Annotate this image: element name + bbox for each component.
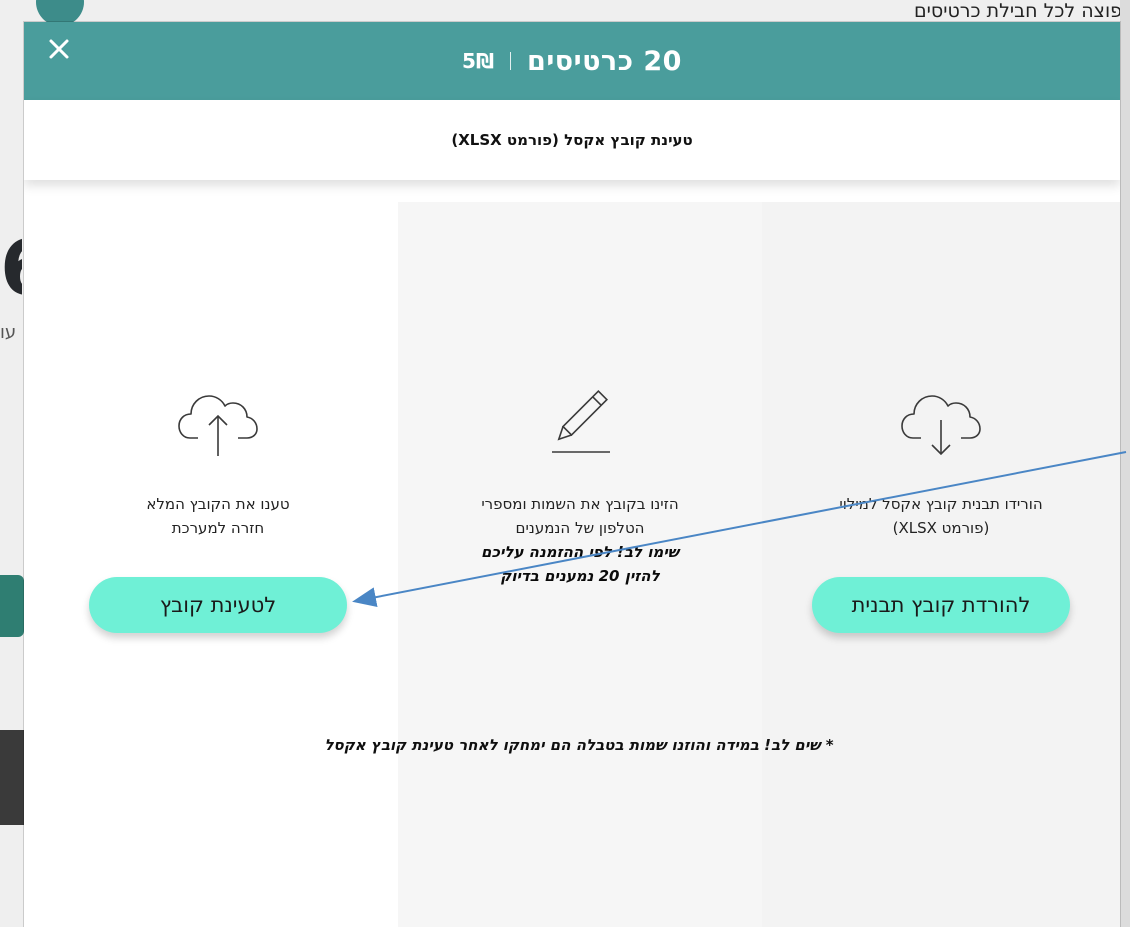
steps-columns: טענו את הקובץ המלא חזרה למערכת לטעינת קו… [38, 202, 1120, 927]
background-big-digit: 6 [0, 228, 22, 308]
step-fill-line1: הזינו בקובץ את השמות ומספרי [481, 495, 679, 513]
header-separator [510, 52, 512, 70]
step-fill-warning2: להזין 20 נמענים בדיוק [500, 567, 660, 585]
pencil-icon [535, 380, 625, 460]
cloud-upload-icon [173, 380, 263, 460]
step-upload-text: טענו את הקובץ המלא חזרה למערכת [38, 492, 398, 540]
step-upload-line2: חזרה למערכת [171, 519, 265, 537]
step-download-line1: הורידו תבנית קובץ אקסל למילוי [839, 495, 1043, 513]
download-template-button[interactable]: להורדת קובץ תבנית [812, 577, 1070, 633]
close-icon [49, 39, 69, 59]
step-download: הורידו תבנית קובץ אקסל למילוי (פורמט XLS… [762, 202, 1120, 927]
step-fill: הזינו בקובץ את השמות ומספרי הטלפון של הנ… [398, 202, 762, 927]
close-button[interactable] [42, 32, 76, 66]
step-fill-line2: הטלפון של הנמענים [515, 519, 645, 537]
modal-subheader: טעינת קובץ אקסל (פורמט XLSX) [24, 100, 1120, 180]
modal-title: 20 כרטיסים [527, 45, 682, 77]
modal-price: 5₪ [462, 49, 495, 73]
step-upload-line1: טענו את הקובץ המלא [146, 495, 290, 513]
background-button [0, 575, 24, 637]
step-fill-text: הזינו בקובץ את השמות ומספרי הטלפון של הנ… [398, 492, 762, 588]
upload-file-button[interactable]: לטעינת קובץ [89, 577, 347, 633]
step-upload: טענו את הקובץ המלא חזרה למערכת לטעינת קו… [38, 202, 398, 927]
step-download-line2: (פורמט XLSX) [892, 519, 990, 537]
step-fill-warning1: שימו לב! לפי ההזמנה עליכם [481, 543, 679, 561]
background-small-label: עו [0, 322, 17, 343]
step-download-text: הורידו תבנית קובץ אקסל למילוי (פורמט XLS… [762, 492, 1120, 540]
upload-excel-modal: 20 כרטיסים 5₪ טעינת קובץ אקסל (פורמט XLS… [24, 22, 1120, 927]
background-right-strip [1120, 0, 1130, 927]
modal-header: 20 כרטיסים 5₪ [24, 22, 1120, 100]
footer-note: * שים לב! במידה והוזנו שמות בטבלה הם ימח… [324, 736, 834, 754]
cloud-download-icon [896, 380, 986, 460]
subheader-text: טעינת קובץ אקסל (פורמט XLSX) [451, 131, 693, 149]
background-top-text: פוצה לכל חבילת כרטיסים [914, 0, 1122, 22]
